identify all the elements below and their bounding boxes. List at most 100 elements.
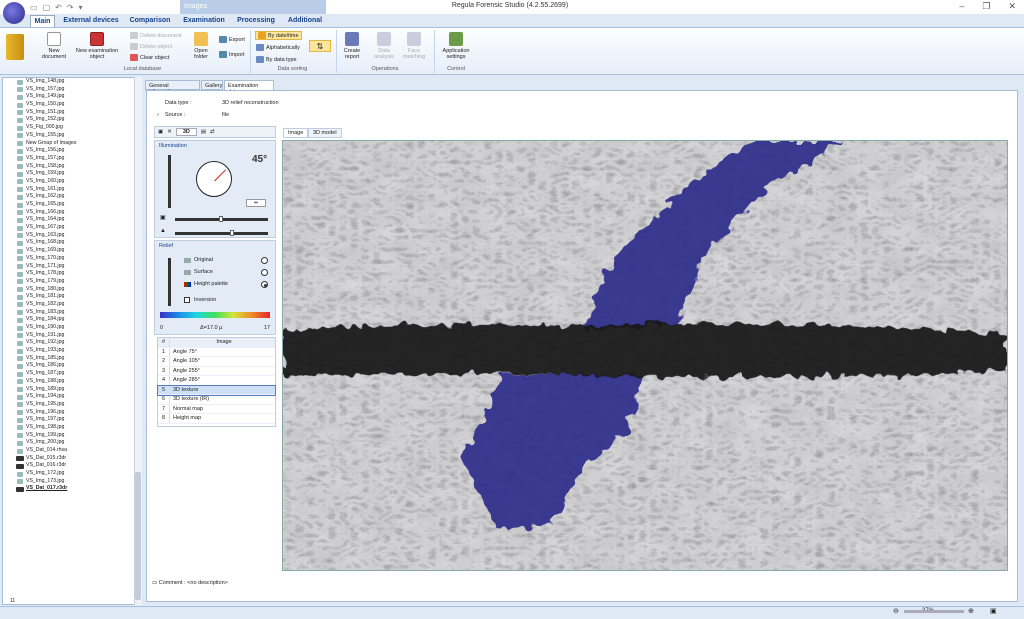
tree-item[interactable]: VS_Img_157.jpg	[3, 155, 134, 163]
face-matching-button[interactable]: Face matching	[400, 32, 428, 60]
new-document-button[interactable]: New document	[38, 32, 70, 60]
customize-icon[interactable]: ▾	[79, 3, 83, 12]
save-icon[interactable]: ▭	[30, 3, 38, 12]
sort-by-date-button[interactable]: By date/time	[255, 31, 302, 40]
tree-item[interactable]: VS_Img_152.jpg	[3, 116, 134, 124]
copy-icon[interactable]: ▢	[43, 3, 51, 12]
tree-item[interactable]: VS_Img_151.jpg	[3, 109, 134, 117]
tab-processing[interactable]: Processing	[234, 15, 278, 27]
tree-item[interactable]: VS_Img_166.jpg	[3, 209, 134, 217]
tree-item[interactable]: VS_Img_184.jpg	[3, 316, 134, 324]
flip-light-button[interactable]: ⇹	[246, 199, 266, 207]
delete-document-button[interactable]: Delete document	[130, 31, 182, 40]
table-row[interactable]: 4 Angle 285°	[158, 376, 275, 386]
tree-group-item[interactable]: New Group of Images	[3, 140, 134, 148]
tree-item[interactable]: VS_Img_173.jpg	[3, 478, 134, 486]
tree-item[interactable]: VS_Dat_017.r3dr	[3, 485, 134, 493]
snapshot-icon[interactable]: ▤	[201, 129, 206, 135]
delete-object-button[interactable]: Delete object	[130, 42, 172, 51]
sort-order-icon[interactable]: ⇅	[309, 40, 331, 52]
tree-item[interactable]: VS_Img_192.jpg	[3, 339, 134, 347]
tree-item[interactable]: VS_Img_185.jpg	[3, 355, 134, 363]
tree-item[interactable]: VS_Img_156.jpg	[3, 147, 134, 155]
create-report-button[interactable]: Create report	[340, 32, 364, 60]
tab-comparison[interactable]: Comparison	[127, 15, 173, 27]
tree-item[interactable]: VS_Img_150.jpg	[3, 101, 134, 109]
export-button[interactable]: Export	[219, 35, 245, 44]
new-examination-object-button[interactable]: New examination object	[72, 32, 122, 60]
tab-image[interactable]: Image	[283, 128, 309, 138]
zoom-slider[interactable]	[904, 610, 964, 613]
tree-item[interactable]: VS_Fig_000.jpg	[3, 124, 134, 132]
data-analysis-button[interactable]: Data analysis	[370, 32, 398, 60]
relief-depth-slider[interactable]	[168, 258, 171, 306]
tab-main[interactable]: Main	[30, 15, 55, 27]
comment-value[interactable]: <no description>	[187, 580, 228, 586]
elevation-slider[interactable]	[168, 155, 171, 208]
table-row[interactable]: 3 Angle 255°	[158, 366, 275, 376]
object-tree[interactable]: VS_Img_148.jpg VS_Img_157.jpg VS_Img_149.j…	[2, 77, 135, 605]
arrows-icon[interactable]: ⇄	[210, 129, 215, 135]
tree-scroll-thumb[interactable]	[135, 472, 141, 600]
tree-item[interactable]: VS_Img_180.jpg	[3, 286, 134, 294]
clear-object-button[interactable]: Clear object	[130, 53, 169, 62]
app-menu-logo-icon[interactable]	[3, 2, 25, 24]
tree-item[interactable]: VS_Img_199.jpg	[3, 432, 134, 440]
tree-item[interactable]: VS_Img_157.jpg	[3, 86, 134, 94]
tree-item[interactable]: VS_Img_164.jpg	[3, 216, 134, 224]
tree-item[interactable]: VS_Img_165.jpg	[3, 201, 134, 209]
tree-item[interactable]: VS_Img_169.jpg	[3, 247, 134, 255]
tree-item[interactable]: VS_Img_197.jpg	[3, 416, 134, 424]
tree-item[interactable]: VS_Img_158.jpg	[3, 163, 134, 171]
tree-item[interactable]: VS_Img_193.jpg	[3, 347, 134, 355]
tree-item[interactable]: VS_Img_190.jpg	[3, 324, 134, 332]
import-button[interactable]: Import	[219, 50, 245, 59]
radio-original[interactable]	[261, 257, 268, 264]
radio-height-palette[interactable]	[261, 281, 268, 288]
table-row[interactable]: 5 3D texture	[157, 384, 276, 396]
table-row[interactable]: 1 Angle 75°	[158, 347, 275, 357]
tree-item[interactable]: VS_Img_198.jpg	[3, 424, 134, 432]
slider-thumb[interactable]	[219, 216, 223, 222]
tab-external-devices[interactable]: External devices	[60, 15, 122, 27]
tree-item[interactable]: VS_Img_160.jpg	[3, 178, 134, 186]
tree-item[interactable]: VS_Dat_014.rhsa	[3, 447, 134, 455]
light-slider[interactable]	[175, 230, 268, 236]
tree-item[interactable]: VS_Img_195.jpg	[3, 401, 134, 409]
tree-item[interactable]: VS_Img_178.jpg	[3, 270, 134, 278]
tree-item[interactable]: VS_Img_182.jpg	[3, 301, 134, 309]
save-view-icon[interactable]: ▣	[158, 129, 163, 135]
tree-item[interactable]: VS_Dat_015.r3dr	[3, 455, 134, 463]
zoom-out-icon[interactable]: ⊖	[893, 607, 899, 615]
option-original[interactable]: Original	[184, 257, 213, 263]
reset-icon[interactable]: ✕	[167, 129, 172, 135]
tree-item[interactable]: VS_Img_168.jpg	[3, 239, 134, 247]
source-expand-icon[interactable]: ›	[157, 112, 159, 118]
tree-item[interactable]: VS_Img_194.jpg	[3, 393, 134, 401]
tree-item[interactable]: VS_Img_159.jpg	[3, 170, 134, 178]
tree-item[interactable]: VS_Img_162.jpg	[3, 193, 134, 201]
mode-3d-button[interactable]: 3D	[175, 128, 197, 136]
context-tab-images[interactable]: Images	[180, 0, 326, 14]
tree-item[interactable]: VS_Img_188.jpg	[3, 378, 134, 386]
tree-item[interactable]: VS_Img_167.jpg	[3, 224, 134, 232]
tree-item[interactable]: VS_Img_170.jpg	[3, 255, 134, 263]
tree-item[interactable]: VS_Img_172.jpg	[3, 470, 134, 478]
radio-surface[interactable]	[261, 269, 268, 276]
sort-by-data-type-button[interactable]: By data type	[256, 55, 297, 64]
tree-item[interactable]: VS_Img_155.jpg	[3, 132, 134, 140]
table-row[interactable]: 8 Height map	[158, 414, 275, 424]
tree-item[interactable]: VS_Img_148.jpg	[3, 78, 134, 86]
fit-icon[interactable]: ▣	[990, 607, 997, 615]
tree-item[interactable]: VS_Img_196.jpg	[3, 409, 134, 417]
tab-gallery[interactable]: Gallery	[201, 80, 223, 90]
relief-image-view[interactable]	[282, 140, 1008, 571]
tree-item[interactable]: VS_Dat_016.r3dr	[3, 462, 134, 470]
tree-item[interactable]: VS_Img_179.jpg	[3, 278, 134, 286]
table-row[interactable]: 7 Normal map	[158, 404, 275, 414]
tree-item[interactable]: VS_Img_181.jpg	[3, 293, 134, 301]
tab-examination-data[interactable]: Examination data	[224, 80, 274, 95]
tree-item[interactable]: VS_Img_186.jpg	[3, 362, 134, 370]
inversion-checkbox[interactable]	[184, 297, 190, 303]
open-folder-button[interactable]: Open folder	[190, 32, 212, 60]
